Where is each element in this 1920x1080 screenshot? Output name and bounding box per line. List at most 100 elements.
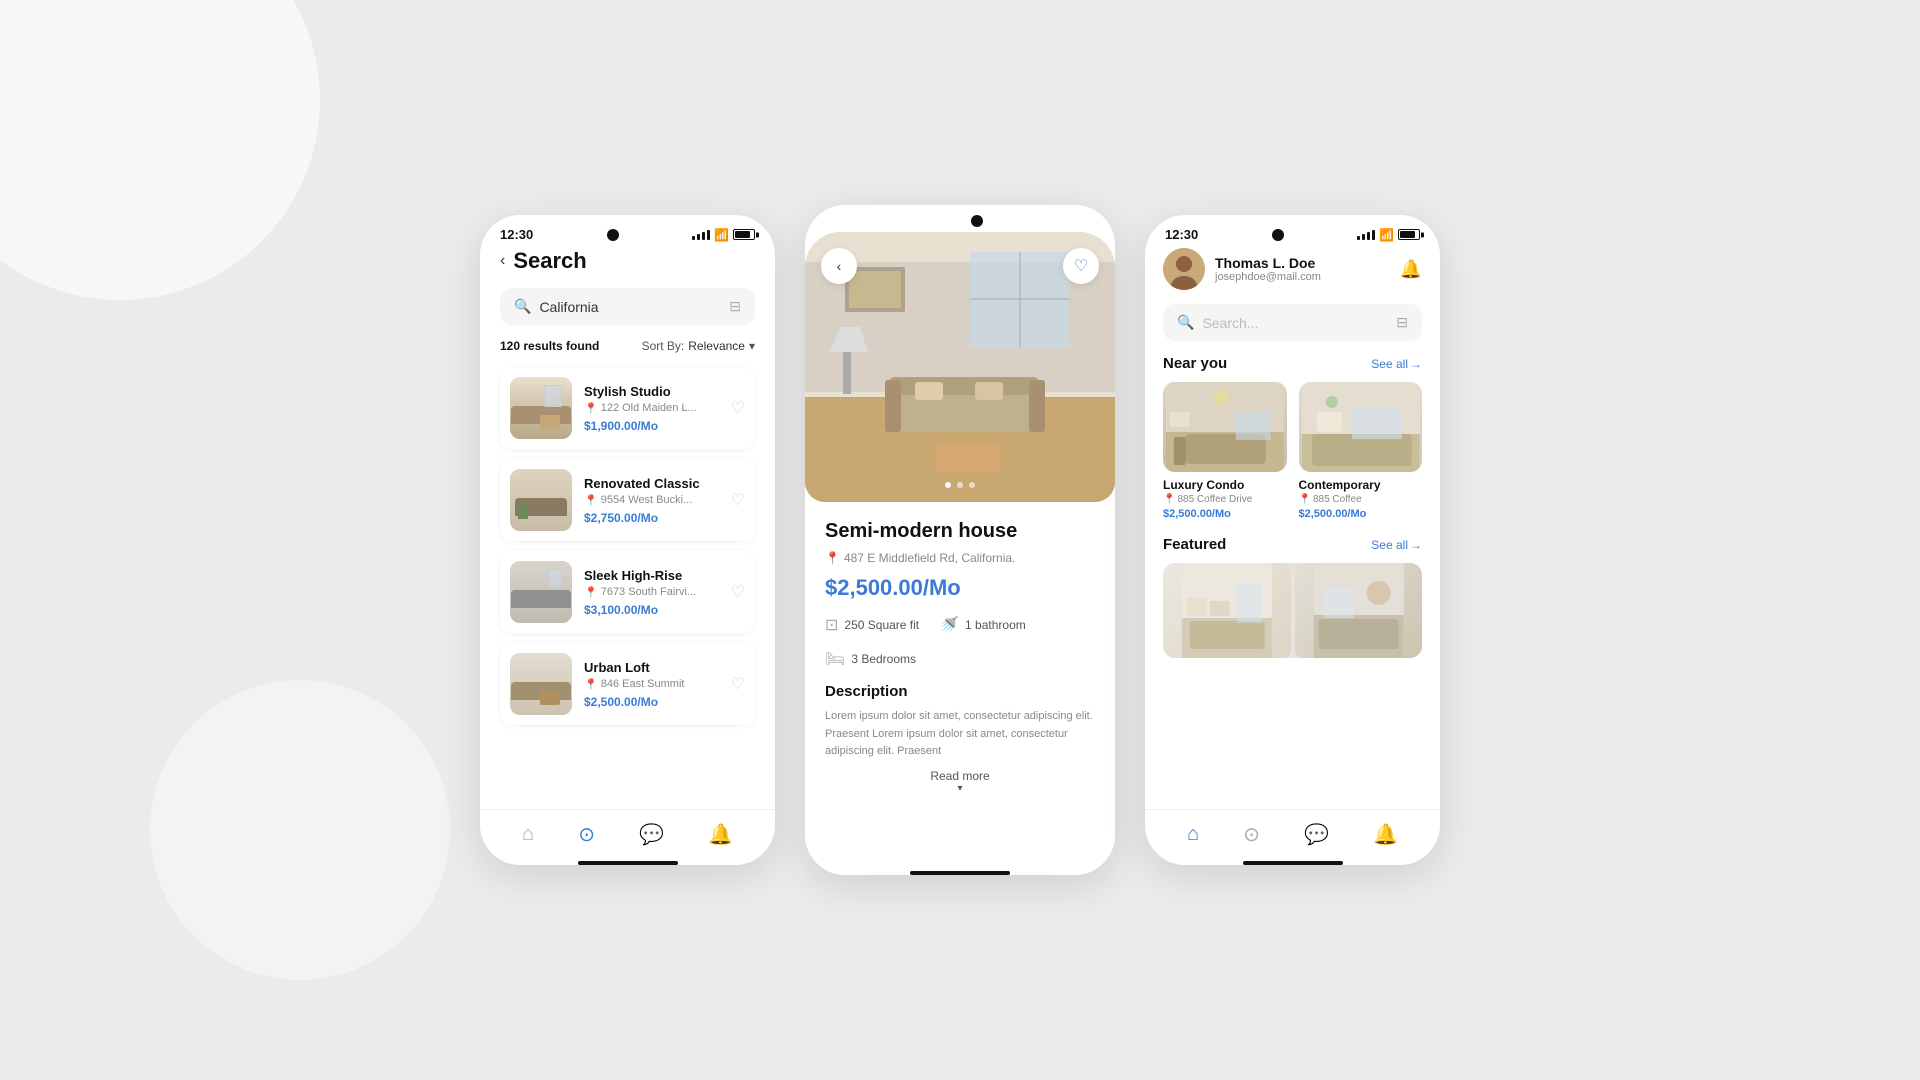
nav-home-3[interactable]: ⌂ [1187,823,1199,846]
signal-bar [1357,236,1360,240]
bg-decoration-2 [150,680,450,980]
property-thumb-1 [510,469,572,531]
status-icons-1: 📶 [692,228,755,242]
status-bar-1: 12:30 📶 [480,215,775,248]
phone-detail: 12:30 [805,205,1115,875]
property-card-1[interactable]: Renovated Classic 📍 9554 West Bucki... $… [500,459,755,541]
signal-bar [707,230,710,240]
bed-icon: 🛏 [825,649,845,669]
property-thumb-3 [510,653,572,715]
phone2-detail: Semi-modern house 📍 487 E Middlefield Rd… [805,502,1115,865]
near-you-title: Near you [1163,355,1227,372]
stat-bedrooms: 🛏 3 Bedrooms [825,649,1095,669]
nav-search-1[interactable]: ⊙ [578,822,595,847]
near-addr-0: 📍 885 Coffee Drive [1163,494,1287,505]
stat-sqft: ⊡ 250 Square fit [825,615,919,635]
favorite-button-2[interactable]: ♡ [731,582,745,602]
wifi-icon-1: 📶 [714,228,729,242]
near-card-0[interactable]: Luxury Condo 📍 885 Coffee Drive $2,500.0… [1163,382,1287,520]
back-button-detail[interactable]: ‹ [821,248,857,284]
search-nav-icon-1: ⊙ [578,822,595,847]
nav-chat-1[interactable]: 💬 [639,822,664,847]
home-indicator-2 [910,871,1010,875]
property-addr-1: 📍 9554 West Bucki... [584,494,719,507]
search-icon-3: 🔍 [1177,314,1194,331]
featured-half-2 [1295,563,1423,658]
search-bar-1[interactable]: 🔍 California ⊟ [500,288,755,325]
near-price-0: $2,500.00/Mo [1163,508,1287,520]
notch-2 [971,215,983,227]
location-icon-1: 📍 [584,494,598,507]
favorite-button-0[interactable]: ♡ [731,398,745,418]
profile-row: Thomas L. Doe josephdoe@mail.com 🔔 [1163,248,1422,290]
nav-bell-3[interactable]: 🔔 [1373,822,1398,847]
featured-arrow-icon: → [1410,538,1422,552]
status-icons-3: 📶 [1357,228,1420,242]
bell-nav-icon-1: 🔔 [708,822,733,847]
near-room-svg-0 [1163,382,1287,472]
chat-nav-icon-3: 💬 [1304,822,1329,847]
property-info-1: Renovated Classic 📍 9554 West Bucki... $… [584,476,719,525]
nav-bell-1[interactable]: 🔔 [708,822,733,847]
near-card-1[interactable]: Contemporary 📍 885 Coffee $2,500.00/Mo [1299,382,1423,520]
signal-bar [1372,230,1375,240]
bottom-nav-3: ⌂ ⊙ 💬 🔔 [1145,809,1440,855]
status-bar-3: 12:30 📶 [1145,215,1440,248]
bathroom-value: 1 bathroom [965,618,1026,632]
favorite-button-3[interactable]: ♡ [731,674,745,694]
status-time-1: 12:30 [500,227,533,242]
notch-3 [1272,229,1284,241]
bottom-nav-1: ⌂ ⊙ 💬 🔔 [480,809,775,855]
read-more-button[interactable]: Read more ▾ [825,769,1095,794]
property-info-2: Sleek High-Rise 📍 7673 South Fairvi... $… [584,568,719,617]
description-text: Lorem ipsum dolor sit amet, consectetur … [825,708,1095,761]
signal-bars-3 [1357,230,1375,240]
property-info-3: Urban Loft 📍 846 East Summit $2,500.00/M… [584,660,719,709]
property-main-image: ‹ ♡ [805,232,1115,502]
dot-1 [957,482,963,488]
property-card-2[interactable]: Sleek High-Rise 📍 7673 South Fairvi... $… [500,551,755,633]
signal-bar [1367,232,1370,240]
search-value-1[interactable]: California [539,299,729,315]
property-card-3[interactable]: Urban Loft 📍 846 East Summit $2,500.00/M… [500,643,755,725]
filter-icon-3[interactable]: ⊟ [1396,314,1408,331]
search-placeholder-3[interactable]: Search... [1202,315,1396,331]
favorite-button-1[interactable]: ♡ [731,490,745,510]
property-thumb-0 [510,377,572,439]
signal-bar [1362,234,1365,240]
near-room-svg-1 [1299,382,1423,472]
notification-bell[interactable]: 🔔 [1400,259,1422,280]
property-thumb-2 [510,561,572,623]
featured-image[interactable] [1163,563,1422,658]
sort-dropdown[interactable]: Sort By: Relevance ▾ [642,339,755,353]
nav-home-1[interactable]: ⌂ [522,823,534,846]
image-dots [945,482,975,488]
nav-chat-3[interactable]: 💬 [1304,822,1329,847]
detail-stats: ⊡ 250 Square fit 🚿 1 bathroom [825,615,1095,635]
user-email: josephdoe@mail.com [1215,271,1321,283]
search-bar-3[interactable]: 🔍 Search... ⊟ [1163,304,1422,341]
heart-icon-detail: ♡ [1074,256,1088,276]
description-title: Description [825,683,1095,700]
property-name-1: Renovated Classic [584,476,719,491]
results-count-text: 120 results found [500,339,599,353]
featured-header: Featured See all → [1163,536,1422,553]
back-button-1[interactable]: ‹ [500,252,505,270]
detail-property-address: 📍 487 E Middlefield Rd, California. [825,551,1095,565]
results-label: results found [523,339,599,353]
sqft-value: 250 Square fit [844,618,919,632]
favorite-button-detail[interactable]: ♡ [1063,248,1099,284]
near-you-see-all[interactable]: See all → [1371,357,1422,371]
near-addr-1: 📍 885 Coffee [1299,494,1423,505]
near-you-list: Luxury Condo 📍 885 Coffee Drive $2,500.0… [1163,382,1422,520]
signal-bar [692,236,695,240]
featured-see-all[interactable]: See all → [1371,538,1422,552]
property-card-0[interactable]: Stylish Studio 📍 122 Old Maiden L... $1,… [500,367,755,449]
avatar-svg [1163,248,1205,290]
see-all-arrow-icon: → [1410,357,1422,371]
property-list: Stylish Studio 📍 122 Old Maiden L... $1,… [500,367,755,725]
nav-search-3[interactable]: ⊙ [1243,822,1260,847]
sort-label: Sort By: [642,339,685,353]
filter-icon-1[interactable]: ⊟ [729,298,741,315]
search-icon-1: 🔍 [514,298,531,315]
